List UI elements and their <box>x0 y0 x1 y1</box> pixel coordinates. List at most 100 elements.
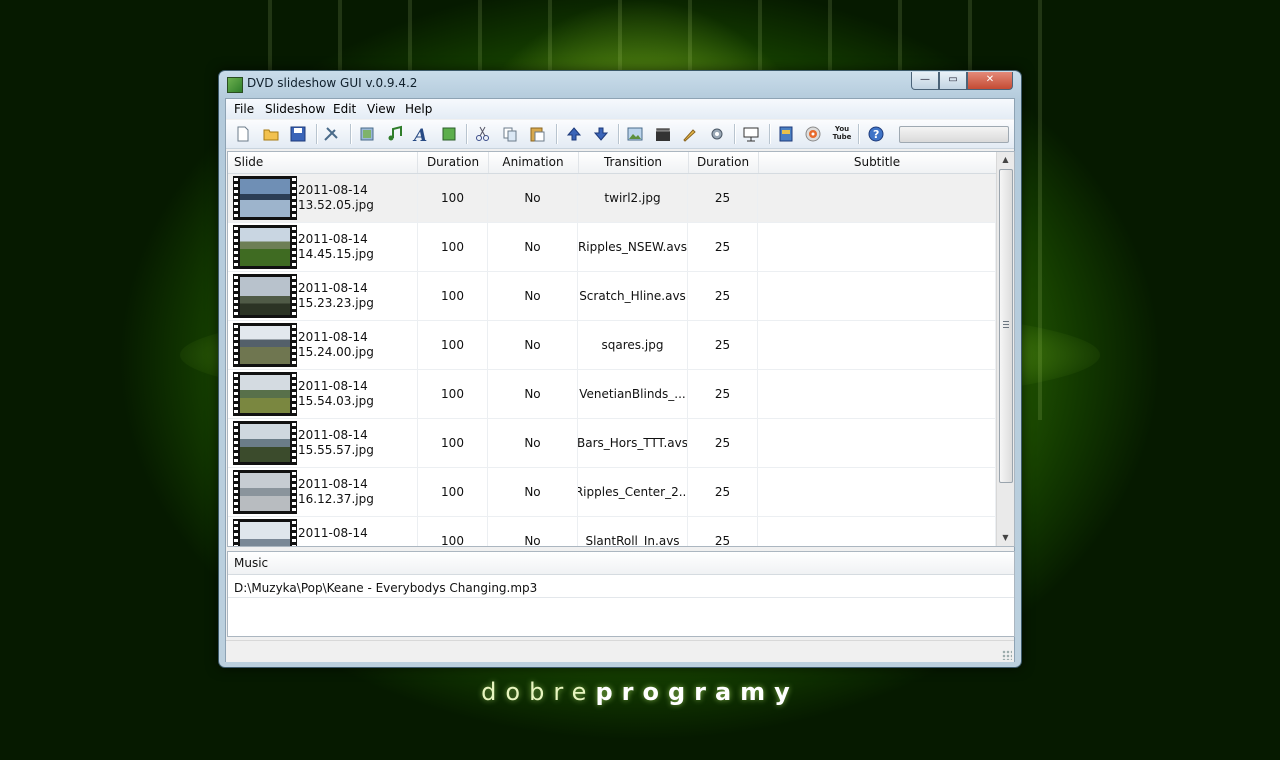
youtube-icon[interactable]: You Tube <box>831 125 853 143</box>
animation-cell[interactable]: No <box>488 272 578 320</box>
copy-icon[interactable] <box>501 125 521 143</box>
resize-grip[interactable] <box>1002 650 1012 660</box>
tduration-cell[interactable]: 25 <box>688 174 758 222</box>
animation-cell[interactable]: No <box>488 468 578 516</box>
slide-thumbnail[interactable] <box>233 421 297 465</box>
transition-cell[interactable]: Bars_Hors_TTT.avs <box>578 419 688 467</box>
tduration-cell[interactable]: 25 <box>688 272 758 320</box>
animation-cell[interactable]: No <box>488 419 578 467</box>
save-icon[interactable] <box>289 125 309 143</box>
preview-icon[interactable] <box>742 125 762 143</box>
table-row[interactable]: 2011-08-14 15.55.57.jpg 100 No Bars_Hors_TTT… <box>228 419 996 468</box>
table-row[interactable]: 2011-08-14 14.45.15.jpg 100 No Ripples_NSEW.… <box>228 223 996 272</box>
minimize-button[interactable]: — <box>911 72 939 90</box>
image-edit-icon[interactable] <box>626 125 646 143</box>
menu-edit[interactable]: Edit <box>333 102 356 116</box>
subtitle-cell[interactable] <box>758 517 996 546</box>
subtitle-cell[interactable] <box>758 272 996 320</box>
animation-cell[interactable]: No <box>488 321 578 369</box>
menu-file[interactable]: File <box>234 102 254 116</box>
brush-icon[interactable] <box>681 125 701 143</box>
transition-cell[interactable]: sqares.jpg <box>578 321 688 369</box>
move-down-icon[interactable] <box>592 125 612 143</box>
subtitle-cell[interactable] <box>758 419 996 467</box>
scroll-down-arrow[interactable]: ▼ <box>997 530 1014 546</box>
open-folder-icon[interactable] <box>262 125 282 143</box>
menu-slideshow[interactable]: Slideshow <box>265 102 325 116</box>
export-dvd-icon[interactable] <box>777 125 797 143</box>
paste-icon[interactable] <box>528 125 548 143</box>
settings-icon[interactable] <box>708 125 728 143</box>
slide-thumbnail[interactable] <box>233 519 297 546</box>
maximize-button[interactable]: ▭ <box>939 72 967 90</box>
duration-cell[interactable]: 100 <box>418 272 488 320</box>
animation-cell[interactable]: No <box>488 174 578 222</box>
new-file-icon[interactable] <box>234 125 254 143</box>
duration-cell[interactable]: 100 <box>418 468 488 516</box>
col-header-transition[interactable]: Transition <box>578 152 689 173</box>
table-row[interactable]: 2011-08-14 15.23.23.jpg 100 No Scratch_Hline… <box>228 272 996 321</box>
subtitle-cell[interactable] <box>758 174 996 222</box>
add-text-icon[interactable]: A <box>412 125 432 146</box>
help-icon[interactable]: ? <box>867 125 887 143</box>
col-header-slide[interactable]: Slide <box>228 152 418 173</box>
transition-cell[interactable]: SlantRoll_In.avs <box>578 517 688 546</box>
slide-cell[interactable]: 2011-08-14 15.55.57.jpg <box>228 419 418 467</box>
subtitle-cell[interactable] <box>758 223 996 271</box>
transition-cell[interactable]: Ripples_Center_2... <box>578 468 688 516</box>
transition-cell[interactable]: twirl2.jpg <box>578 174 688 222</box>
table-row[interactable]: 2011-08-14 16.12.37.jpg 100 No Ripples_Cente… <box>228 468 996 517</box>
table-row[interactable]: 2011-08-14 15.24.00.jpg 100 No sqares.jpg 25 <box>228 321 996 370</box>
slide-thumbnail[interactable] <box>233 323 297 367</box>
menu-help[interactable]: Help <box>405 102 432 116</box>
slide-thumbnail[interactable] <box>233 225 297 269</box>
tduration-cell[interactable]: 25 <box>688 321 758 369</box>
duration-cell[interactable]: 100 <box>418 419 488 467</box>
move-up-icon[interactable] <box>565 125 585 143</box>
tduration-cell[interactable]: 25 <box>688 517 758 546</box>
duration-cell[interactable]: 100 <box>418 174 488 222</box>
add-music-icon[interactable] <box>386 125 406 143</box>
transition-cell[interactable]: Ripples_NSEW.avs <box>578 223 688 271</box>
subtitle-cell[interactable] <box>758 468 996 516</box>
slide-cell[interactable]: 2011-08-14 14.45.15.jpg <box>228 223 418 271</box>
tduration-cell[interactable]: 25 <box>688 370 758 418</box>
slide-cell[interactable]: 2011-08-14 15.23.23.jpg <box>228 272 418 320</box>
table-row[interactable]: 2011-08-14 100 No SlantRoll_In.avs 25 <box>228 517 996 546</box>
scroll-thumb[interactable] <box>999 169 1013 483</box>
burn-disc-icon[interactable] <box>804 125 824 143</box>
video-icon[interactable] <box>654 125 674 143</box>
duration-cell[interactable]: 100 <box>418 517 488 546</box>
slide-grid[interactable]: Slide Duration Animation Transition Dura… <box>227 151 1015 547</box>
music-track[interactable]: D:\Muzyka\Pop\Keane - Everybodys Changin… <box>234 581 537 595</box>
col-header-transition-duration[interactable]: Duration <box>688 152 759 173</box>
title-bar[interactable]: DVD slideshow GUI v.0.9.4.2 — ▭ ✕ <box>219 71 1021 97</box>
tools-icon[interactable] <box>322 125 342 143</box>
transition-cell[interactable]: VenetianBlinds_... <box>578 370 688 418</box>
slide-cell[interactable]: 2011-08-14 <box>228 517 418 546</box>
slide-cell[interactable]: 2011-08-14 15.24.00.jpg <box>228 321 418 369</box>
slide-cell[interactable]: 2011-08-14 15.54.03.jpg <box>228 370 418 418</box>
duration-cell[interactable]: 100 <box>418 321 488 369</box>
add-background-icon[interactable] <box>440 125 460 143</box>
slide-thumbnail[interactable] <box>233 372 297 416</box>
slide-thumbnail[interactable] <box>233 470 297 514</box>
animation-cell[interactable]: No <box>488 370 578 418</box>
col-header-subtitle[interactable]: Subtitle <box>758 152 996 173</box>
animation-cell[interactable]: No <box>488 517 578 546</box>
subtitle-cell[interactable] <box>758 321 996 369</box>
add-slide-icon[interactable] <box>358 125 378 143</box>
menu-view[interactable]: View <box>367 102 395 116</box>
subtitle-cell[interactable] <box>758 370 996 418</box>
tduration-cell[interactable]: 25 <box>688 468 758 516</box>
col-header-duration[interactable]: Duration <box>418 152 489 173</box>
col-header-animation[interactable]: Animation <box>488 152 579 173</box>
tduration-cell[interactable]: 25 <box>688 223 758 271</box>
close-button[interactable]: ✕ <box>967 72 1013 90</box>
slide-cell[interactable]: 2011-08-14 16.12.37.jpg <box>228 468 418 516</box>
slide-thumbnail[interactable] <box>233 274 297 318</box>
slide-cell[interactable]: 2011-08-14 13.52.05.jpg <box>228 174 418 222</box>
cut-icon[interactable] <box>474 125 494 143</box>
duration-cell[interactable]: 100 <box>418 370 488 418</box>
scroll-up-arrow[interactable]: ▲ <box>997 152 1014 168</box>
